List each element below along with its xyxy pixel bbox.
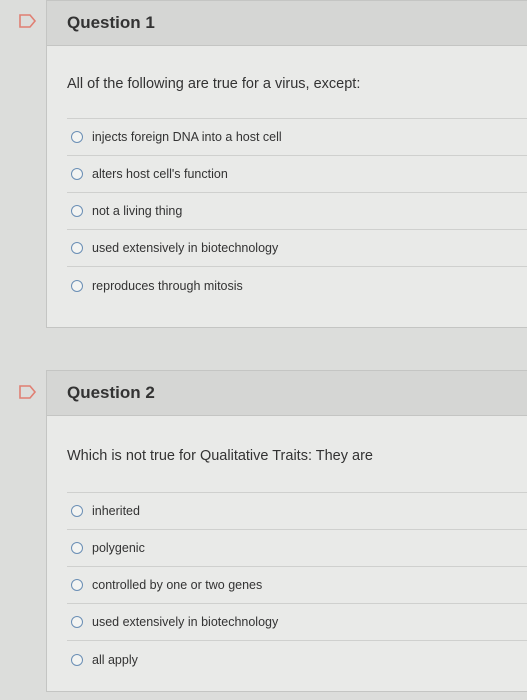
radio-unselected-icon[interactable]: [71, 505, 83, 517]
radio-unselected-icon[interactable]: [71, 205, 83, 217]
radio-unselected-icon[interactable]: [71, 279, 83, 292]
question-1-option-2[interactable]: alters host cell's function: [67, 156, 527, 193]
question-2-title: Question 2: [67, 383, 155, 402]
question-2-option-3[interactable]: controlled by one or two genes: [67, 567, 527, 604]
question-1-option-5[interactable]: reproduces through mitosis: [67, 267, 527, 304]
question-1-prompt: All of the following are true for a viru…: [67, 76, 361, 92]
question-1-option-4[interactable]: used extensively in biotechnology: [67, 230, 527, 267]
question-2-header: Question 2: [47, 371, 527, 416]
question-2-option-5[interactable]: all apply: [67, 641, 527, 678]
radio-unselected-icon[interactable]: [71, 579, 83, 591]
radio-unselected-icon[interactable]: [71, 653, 83, 666]
question-2-prompt: Which is not true for Qualitative Traits…: [67, 448, 373, 464]
radio-unselected-icon[interactable]: [71, 242, 83, 254]
question-1-option-1[interactable]: injects foreign DNA into a host cell: [67, 119, 527, 156]
question-1-option-3[interactable]: not a living thing: [67, 193, 527, 230]
question-1-header: Question 1: [47, 1, 527, 46]
question-2-option-4[interactable]: used extensively in biotechnology: [67, 604, 527, 641]
flag-question-2-icon[interactable]: [18, 384, 38, 400]
radio-unselected-icon[interactable]: [71, 131, 83, 143]
question-2-option-2[interactable]: polygenic: [67, 530, 527, 567]
radio-unselected-icon[interactable]: [71, 616, 83, 628]
question-2-option-1[interactable]: inherited: [67, 493, 527, 530]
question-1-options: injects foreign DNA into a host cell alt…: [67, 118, 527, 304]
question-2-card: Question 2 Which is not true for Qualita…: [46, 370, 527, 692]
radio-unselected-icon[interactable]: [71, 168, 83, 180]
radio-unselected-icon[interactable]: [71, 542, 83, 554]
flag-question-1-icon[interactable]: [18, 13, 38, 29]
question-1-title: Question 1: [67, 13, 155, 32]
question-1-card: Question 1 All of the following are true…: [46, 0, 527, 328]
question-2-options: inherited polygenic controlled by one or…: [67, 492, 527, 678]
